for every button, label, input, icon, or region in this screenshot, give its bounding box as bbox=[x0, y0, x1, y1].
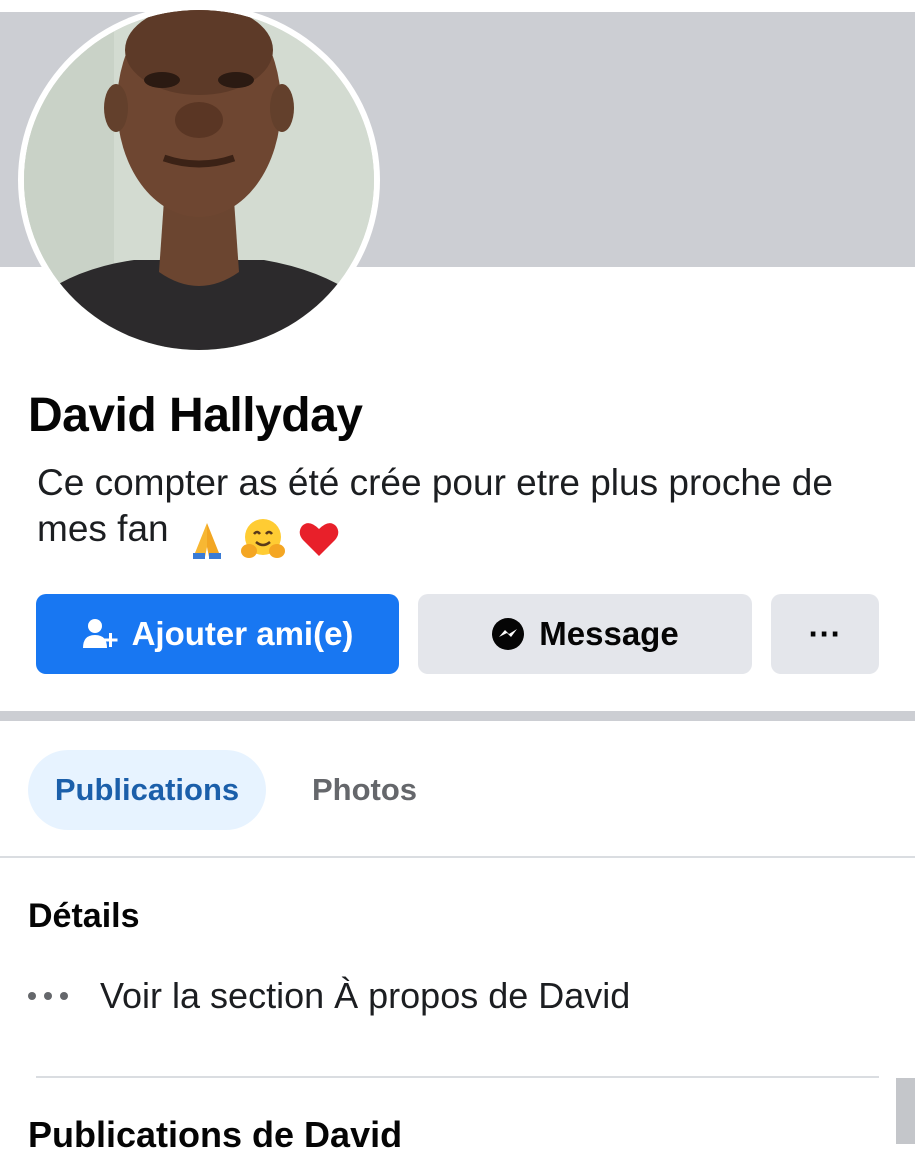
details-heading: Détails bbox=[28, 897, 140, 935]
about-section-link[interactable]: Voir la section À propos de David bbox=[28, 975, 630, 1017]
about-link-text: Voir la section À propos de David bbox=[100, 975, 631, 1016]
avatar-image bbox=[24, 10, 374, 350]
section-divider bbox=[0, 711, 915, 721]
tab-photos[interactable]: Photos bbox=[312, 750, 417, 830]
messenger-icon bbox=[491, 617, 525, 651]
avatar-photo-illustration bbox=[24, 10, 374, 350]
bio-text: Ce compter as été crée pour etre plus pr… bbox=[37, 462, 833, 549]
add-friend-icon bbox=[82, 617, 118, 651]
bio-emojis bbox=[185, 514, 342, 561]
message-label: Message bbox=[539, 615, 679, 652]
tabs-divider bbox=[0, 856, 915, 858]
profile-picture[interactable] bbox=[18, 4, 380, 356]
more-dots-icon bbox=[28, 992, 68, 1000]
profile-name: David Hallyday bbox=[28, 389, 363, 442]
tab-photos-label: Photos bbox=[312, 772, 418, 807]
profile-bio: Ce compter as été crée pour etre plus pr… bbox=[37, 460, 887, 561]
tab-publications[interactable]: Publications bbox=[28, 750, 266, 830]
add-friend-button[interactable]: Ajouter ami(e) bbox=[36, 594, 399, 674]
red-heart-icon bbox=[300, 523, 339, 557]
more-options-icon: ··· bbox=[808, 615, 842, 652]
more-options-button[interactable]: ··· bbox=[771, 594, 879, 674]
folded-hands-icon bbox=[192, 523, 221, 560]
posts-heading: Publications de David bbox=[28, 1114, 403, 1155]
scrollbar[interactable] bbox=[896, 1078, 915, 1144]
tab-publications-label: Publications bbox=[54, 772, 240, 807]
add-friend-label: Ajouter ami(e) bbox=[131, 615, 354, 652]
hugging-face-icon bbox=[241, 519, 286, 559]
message-button[interactable]: Message bbox=[418, 594, 752, 674]
details-divider bbox=[36, 1076, 879, 1078]
